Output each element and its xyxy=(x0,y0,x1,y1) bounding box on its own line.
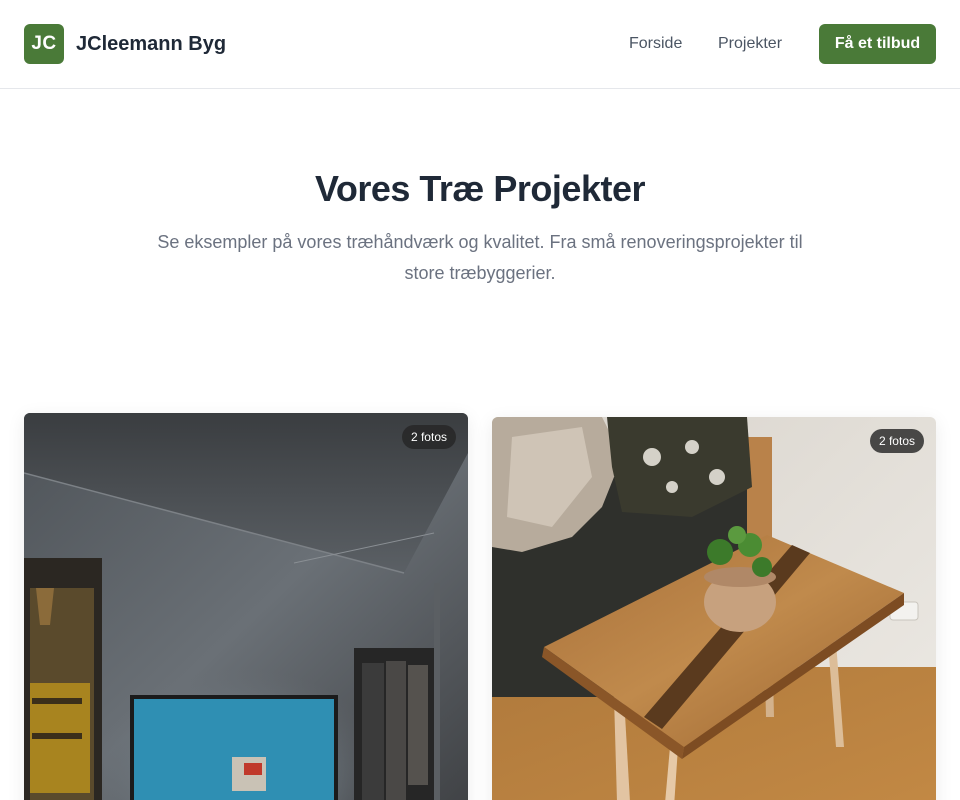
page-title: Vores Træ Projekter xyxy=(315,168,646,209)
project-photo-wooden-table xyxy=(492,417,936,800)
nav-link-projects[interactable]: Projekter xyxy=(718,33,782,55)
brand-name[interactable]: JCleemann Byg xyxy=(76,31,226,57)
photo-count-badge: 2 fotos xyxy=(869,429,924,453)
project-card[interactable]: 2 fotos xyxy=(24,413,468,800)
project-photo-tv-wall xyxy=(24,413,468,800)
logo-badge[interactable]: JC xyxy=(24,24,64,64)
site-header: JC JCleemann Byg Forside Projekter Få et… xyxy=(0,0,960,89)
photo-count-badge: 2 fotos xyxy=(401,425,456,449)
page-subtitle: Se eksempler på vores træhåndværk og kva… xyxy=(157,232,803,283)
nav-link-home[interactable]: Forside xyxy=(629,33,682,55)
project-card[interactable]: 2 fotos xyxy=(492,417,936,800)
get-quote-button[interactable]: Få et tilbud xyxy=(819,24,936,64)
